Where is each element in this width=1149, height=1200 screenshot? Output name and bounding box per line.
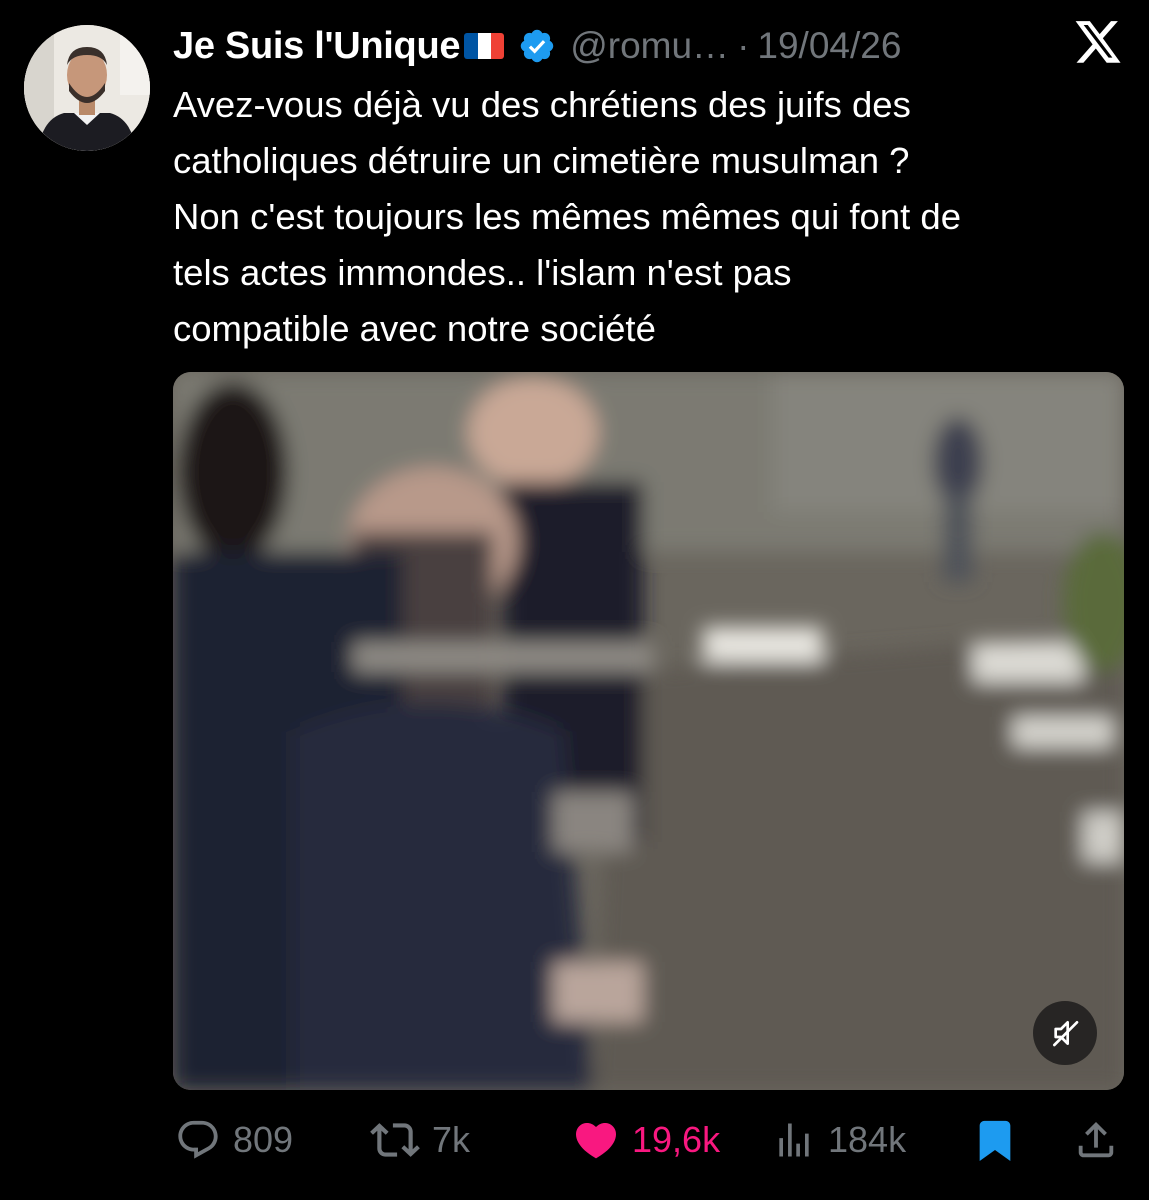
tweet-text-line: tels actes immondes.. l'islam n'est pas: [173, 252, 792, 293]
repost-icon: [370, 1123, 420, 1157]
share-button[interactable]: [1073, 1110, 1119, 1170]
tweet-header: Je Suis l'Unique @romu… · 19/04/26: [173, 18, 1133, 74]
bookmark-filled-icon: [979, 1120, 1011, 1161]
views-count: 184k: [828, 1119, 907, 1160]
flag-france-icon: [464, 33, 505, 59]
views-button[interactable]: 184k: [772, 1110, 906, 1170]
like-button[interactable]: 19,6k: [572, 1110, 720, 1170]
tweet-text: Avez-vous déjà vu des chrétiens des juif…: [173, 77, 1133, 357]
heart-filled-icon: [575, 1123, 617, 1159]
video-frame: [173, 372, 1124, 1090]
separator-dot: ·: [737, 25, 750, 66]
share-icon: [1078, 1121, 1114, 1158]
repost-count: 7k: [432, 1119, 471, 1160]
views-icon: [779, 1123, 809, 1157]
tweet-text-line: compatible avec notre société: [173, 308, 656, 349]
tweet-date[interactable]: 19/04/26: [757, 25, 901, 67]
speaker-muted-icon: [1053, 1021, 1079, 1047]
like-count: 19,6k: [632, 1119, 721, 1160]
author-handle[interactable]: @romu…: [570, 25, 729, 67]
reply-button[interactable]: 809: [175, 1110, 293, 1170]
repost-button[interactable]: 7k: [370, 1110, 470, 1170]
tweet-text-line: Avez-vous déjà vu des chrétiens des juif…: [173, 84, 911, 125]
x-logo-icon: [1075, 21, 1121, 63]
tweet-text-line: catholiques détruire un cimetière musulm…: [173, 140, 910, 181]
reply-icon: [178, 1120, 218, 1159]
tweet-text-line: Non c'est toujours les mêmes mêmes qui f…: [173, 196, 962, 237]
reply-count: 809: [233, 1119, 294, 1160]
mute-toggle-button[interactable]: [1033, 1001, 1097, 1065]
avatar[interactable]: [24, 25, 150, 151]
author-display-name[interactable]: Je Suis l'Unique: [173, 25, 461, 68]
video-player[interactable]: [173, 372, 1124, 1090]
verified-badge-icon: [520, 29, 554, 63]
action-bar: 809 7k 19,6k 184k: [0, 1110, 1149, 1170]
bookmark-button[interactable]: [972, 1110, 1018, 1170]
